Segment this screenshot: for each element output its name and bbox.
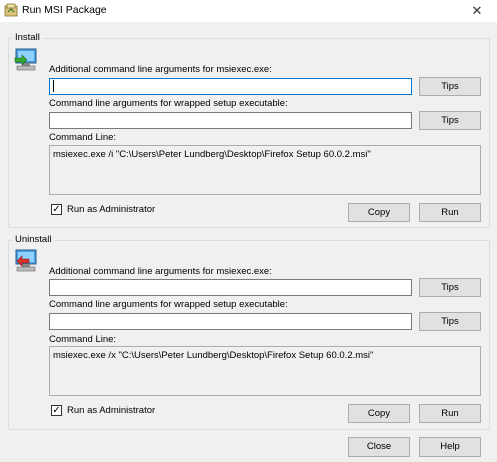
install-additional-args-label: Additional command line arguments for ms… xyxy=(49,64,272,75)
uninstall-tips-button-2[interactable]: Tips xyxy=(419,312,481,331)
uninstall-computer-icon xyxy=(15,249,37,272)
install-computer-icon xyxy=(14,48,37,71)
install-command-line-label: Command Line: xyxy=(49,132,117,143)
uninstall-run-as-admin-label[interactable]: Run as Administrator xyxy=(67,405,155,416)
uninstall-run-as-admin-checkbox[interactable]: ✓ xyxy=(51,405,62,416)
install-run-as-admin-checkbox[interactable]: ✓ xyxy=(51,204,62,215)
close-window-button[interactable]: ✕ xyxy=(461,0,493,22)
uninstall-command-line-label: Command Line: xyxy=(49,334,117,345)
title-bar: Run MSI Package ✕ xyxy=(0,0,497,22)
help-button[interactable]: Help xyxy=(419,437,481,457)
install-group-label: Install xyxy=(13,32,42,43)
window-title: Run MSI Package xyxy=(22,4,107,16)
install-additional-args-input[interactable] xyxy=(49,78,412,95)
install-run-as-admin-label[interactable]: Run as Administrator xyxy=(67,204,155,215)
uninstall-copy-button[interactable]: Copy xyxy=(348,404,410,423)
uninstall-additional-args-label: Additional command line arguments for ms… xyxy=(49,266,272,277)
install-copy-button[interactable]: Copy xyxy=(348,203,410,222)
text-caret xyxy=(53,80,54,93)
uninstall-wrapped-args-input[interactable] xyxy=(49,313,412,330)
uninstall-tips-button-1[interactable]: Tips xyxy=(419,278,481,297)
uninstall-additional-args-input[interactable] xyxy=(49,279,412,296)
msi-package-icon xyxy=(4,3,18,17)
install-run-button[interactable]: Run xyxy=(419,203,481,222)
install-command-line-value: msiexec.exe /i "C:\Users\Peter Lundberg\… xyxy=(53,149,371,160)
uninstall-group-label: Uninstall xyxy=(13,234,54,245)
uninstall-command-line-box[interactable]: msiexec.exe /x "C:\Users\Peter Lundberg\… xyxy=(49,346,481,396)
install-tips-button-2[interactable]: Tips xyxy=(419,111,481,130)
uninstall-wrapped-args-label: Command line arguments for wrapped setup… xyxy=(49,299,288,310)
install-tips-button-1[interactable]: Tips xyxy=(419,77,481,96)
close-button[interactable]: Close xyxy=(348,437,410,457)
install-wrapped-args-label: Command line arguments for wrapped setup… xyxy=(49,98,288,109)
install-command-line-box[interactable]: msiexec.exe /i "C:\Users\Peter Lundberg\… xyxy=(49,145,481,195)
uninstall-command-line-value: msiexec.exe /x "C:\Users\Peter Lundberg\… xyxy=(53,350,374,361)
install-wrapped-args-input[interactable] xyxy=(49,112,412,129)
uninstall-run-button[interactable]: Run xyxy=(419,404,481,423)
